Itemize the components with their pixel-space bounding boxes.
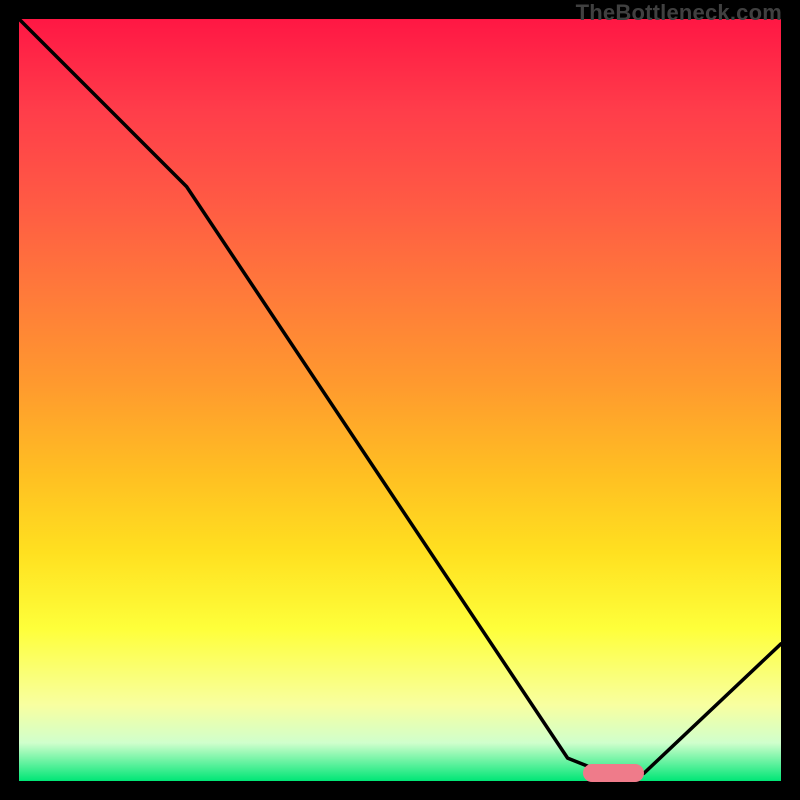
chart-plot-area (15, 15, 785, 785)
watermark-text: TheBottleneck.com (576, 0, 782, 26)
optimum-marker (583, 764, 644, 782)
